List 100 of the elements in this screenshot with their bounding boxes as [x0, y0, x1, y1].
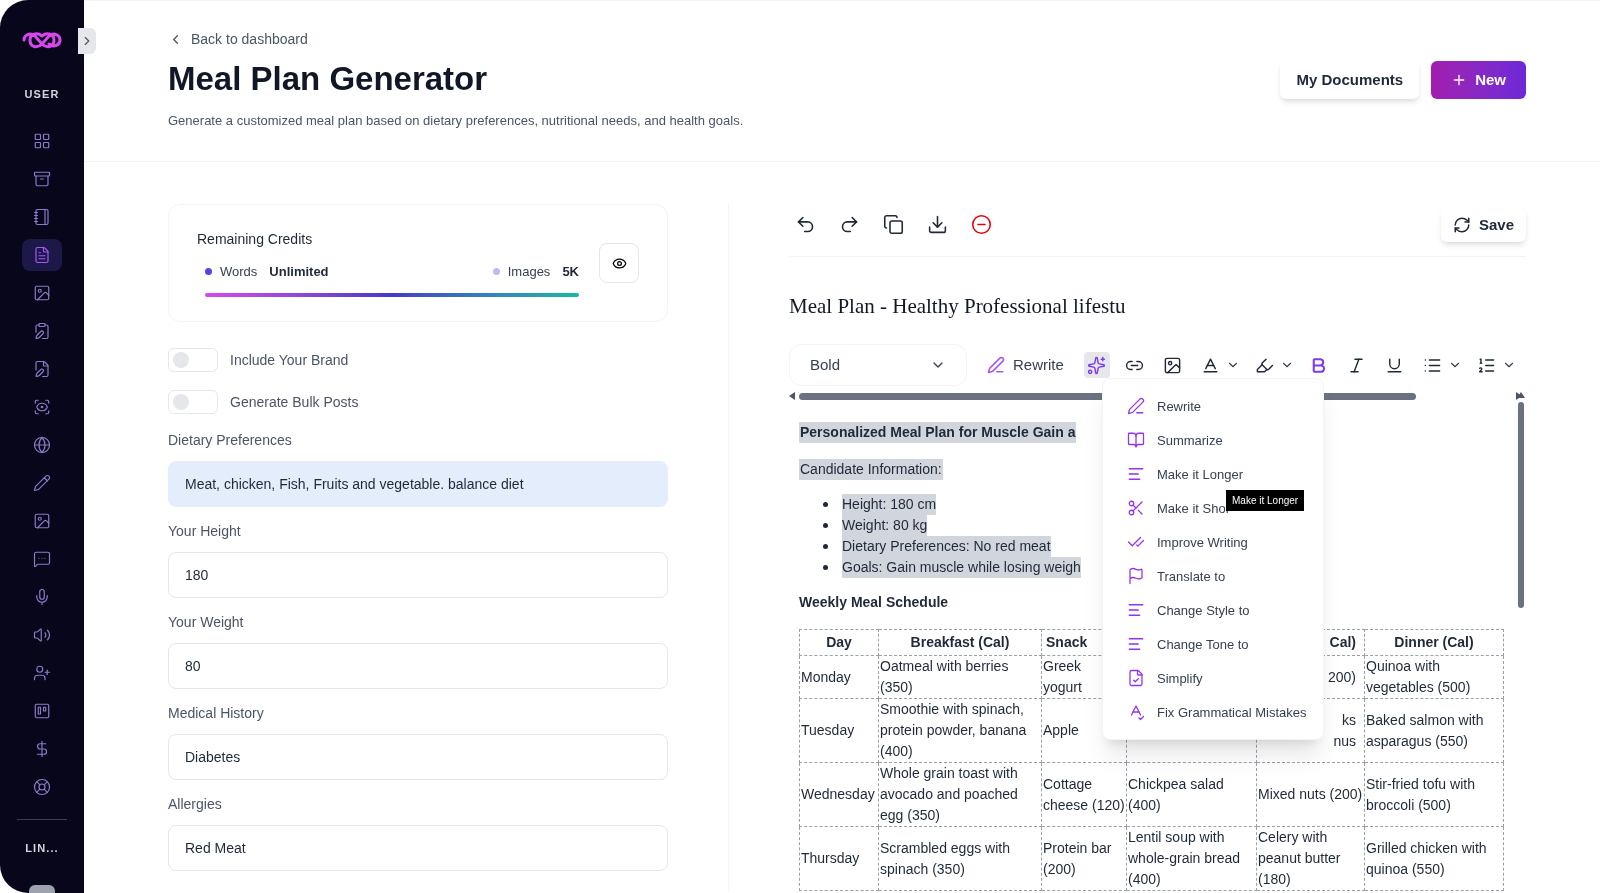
notebook-icon — [33, 207, 51, 226]
table-cell: Apple — [1043, 722, 1079, 739]
field-label: Your Height — [168, 522, 242, 542]
table-cell: Tuesday — [801, 722, 855, 739]
new-button[interactable]: New — [1431, 61, 1526, 99]
sidebar-label: LIN... — [25, 840, 59, 856]
table-cell: Monday — [801, 668, 851, 685]
rewrite-button[interactable]: Rewrite — [979, 354, 1072, 377]
toggle-switch[interactable] — [168, 390, 218, 415]
table-cell: ks nus — [1333, 711, 1356, 749]
column-header: Day — [826, 634, 852, 651]
board-icon — [33, 701, 51, 720]
speaker-icon — [33, 625, 51, 644]
back-link[interactable]: Back to dashboard — [168, 29, 744, 50]
collapse-button[interactable] — [78, 28, 96, 54]
table-cell: Baked salmon with asparagus (550) — [1366, 711, 1484, 749]
toggle-switch[interactable] — [168, 348, 218, 373]
eye-icon — [611, 255, 627, 271]
input-field[interactable]: Meat, chicken, Fish, Fruits and vegetable. balance diet — [168, 461, 668, 508]
info-label: Candidate Information: — [799, 459, 943, 481]
table-cell: Wednesday — [801, 786, 875, 803]
format-select[interactable]: Bold — [789, 344, 967, 387]
menu-item[interactable]: Rewrite — [1127, 389, 1202, 424]
column-header: Breakfast (Cal) — [910, 634, 1010, 651]
table-cell: Thursday — [801, 850, 860, 867]
credits-title: Remaining Credits — [197, 229, 314, 249]
credit-value: 5K — [562, 262, 579, 281]
menu-item[interactable]: Translate to — [1127, 559, 1226, 594]
column-header: Dinner (Cal) — [1394, 634, 1474, 651]
input-field[interactable]: Diabetes — [168, 734, 668, 781]
lifebuoy-icon — [33, 777, 51, 796]
archive-icon — [33, 169, 51, 188]
table-cell: Whole grain toast with avocado and poached egg (350) — [880, 765, 1018, 824]
sparkles-button[interactable] — [1083, 352, 1110, 379]
copy-button[interactable] — [881, 212, 905, 237]
field-label: Your Weight — [168, 613, 245, 633]
table-cell: Cottage cheese (120) — [1043, 775, 1125, 813]
save-button[interactable]: Save — [1440, 207, 1526, 242]
refresh-icon — [1452, 215, 1471, 234]
bullet-text: Weight: 80 kg — [842, 515, 928, 537]
table-cell: Celery with peanut butter (180) — [1258, 829, 1341, 888]
table-cell: Scrambled eggs with spinach (350) — [880, 839, 1010, 877]
section-label: USER — [24, 87, 60, 102]
documents-button[interactable]: My Documents — [1280, 61, 1420, 99]
bullet-text: Height: 180 cm — [842, 494, 937, 516]
avatar — [29, 885, 55, 893]
menu-item[interactable]: Change Style to — [1127, 593, 1250, 628]
field-label: Allergies — [168, 795, 223, 815]
file-pen-icon — [33, 359, 51, 378]
globe-icon — [33, 435, 51, 454]
table-cell: Oatmeal with berries (350) — [880, 658, 1009, 696]
menu-item[interactable]: Simplify — [1127, 661, 1203, 696]
document-heading: Personalized Meal Plan for Muscle Gain a — [799, 422, 1077, 444]
document-title: Meal Plan - Healthy Professional lifestu — [789, 292, 1127, 320]
input-field[interactable]: 80 — [168, 643, 668, 690]
table-cell: Greek yogurt — [1043, 658, 1082, 696]
credit-value: Unlimited — [269, 262, 329, 281]
pen-icon — [987, 356, 1005, 375]
minus-circle-button[interactable] — [969, 212, 993, 237]
table-cell: Quinoa with vegetables (500) — [1366, 658, 1471, 696]
table-cell: Mixed nuts (200) — [1258, 786, 1363, 803]
document-icon — [1127, 669, 1145, 688]
section-heading: Weekly Meal Schedule — [799, 593, 949, 613]
minus-circle-icon — [970, 214, 992, 236]
page-subtitle: Generate a customized meal plan based on dietary preferences, nutritional needs, and health goals. — [168, 112, 744, 131]
image-icon — [1163, 355, 1183, 375]
tooltip: Make it Longer — [1226, 490, 1305, 512]
menu-item[interactable]: Summarize — [1127, 423, 1223, 458]
view-button[interactable] — [599, 243, 639, 283]
page-title: Meal Plan Generator — [168, 59, 489, 99]
table-cell: Stir-fried tofu with broccoli (500) — [1366, 775, 1475, 813]
table-cell: Smoothie with spinach, protein powder, banana (400) — [880, 701, 1027, 760]
credit-label: Words — [220, 262, 258, 281]
field-label: Medical History — [168, 704, 265, 724]
sidebar-item[interactable] — [22, 238, 62, 271]
image-icon — [33, 511, 51, 530]
input-field[interactable]: Red Meat — [168, 825, 668, 872]
numbered-list-icon — [1477, 355, 1497, 375]
menu-item[interactable]: Make it Longer — [1127, 457, 1243, 492]
chat-icon — [33, 549, 51, 568]
note-icon — [33, 321, 51, 340]
sparkles-icon — [1087, 355, 1107, 375]
column-header: Cal) — [1329, 634, 1356, 651]
input-field[interactable]: 180 — [168, 552, 668, 599]
menu-item[interactable]: Improve Writing — [1127, 525, 1248, 560]
microphone-icon — [33, 587, 51, 606]
document-icon — [33, 245, 51, 264]
menu-item[interactable]: Change Tone to — [1127, 627, 1249, 662]
download-icon — [926, 214, 948, 236]
table-cell: 200) — [1327, 668, 1356, 685]
table-cell: Chickpea salad (400) — [1128, 775, 1224, 813]
menu-item[interactable]: Fix Grammatical Mistakes — [1127, 695, 1307, 730]
pen-icon — [1127, 397, 1145, 416]
bullet-text: Goals: Gain muscle while losing weigh — [842, 557, 1081, 579]
table-cell: Lentil soup with whole-grain bread (400) — [1128, 829, 1241, 888]
scissors-icon — [1127, 499, 1145, 518]
toggle-label: Include Your Brand — [230, 350, 349, 370]
flag-icon — [1127, 567, 1145, 586]
toggle-label: Generate Bulk Posts — [230, 392, 359, 412]
field-label: Dietary Preferences — [168, 431, 293, 451]
